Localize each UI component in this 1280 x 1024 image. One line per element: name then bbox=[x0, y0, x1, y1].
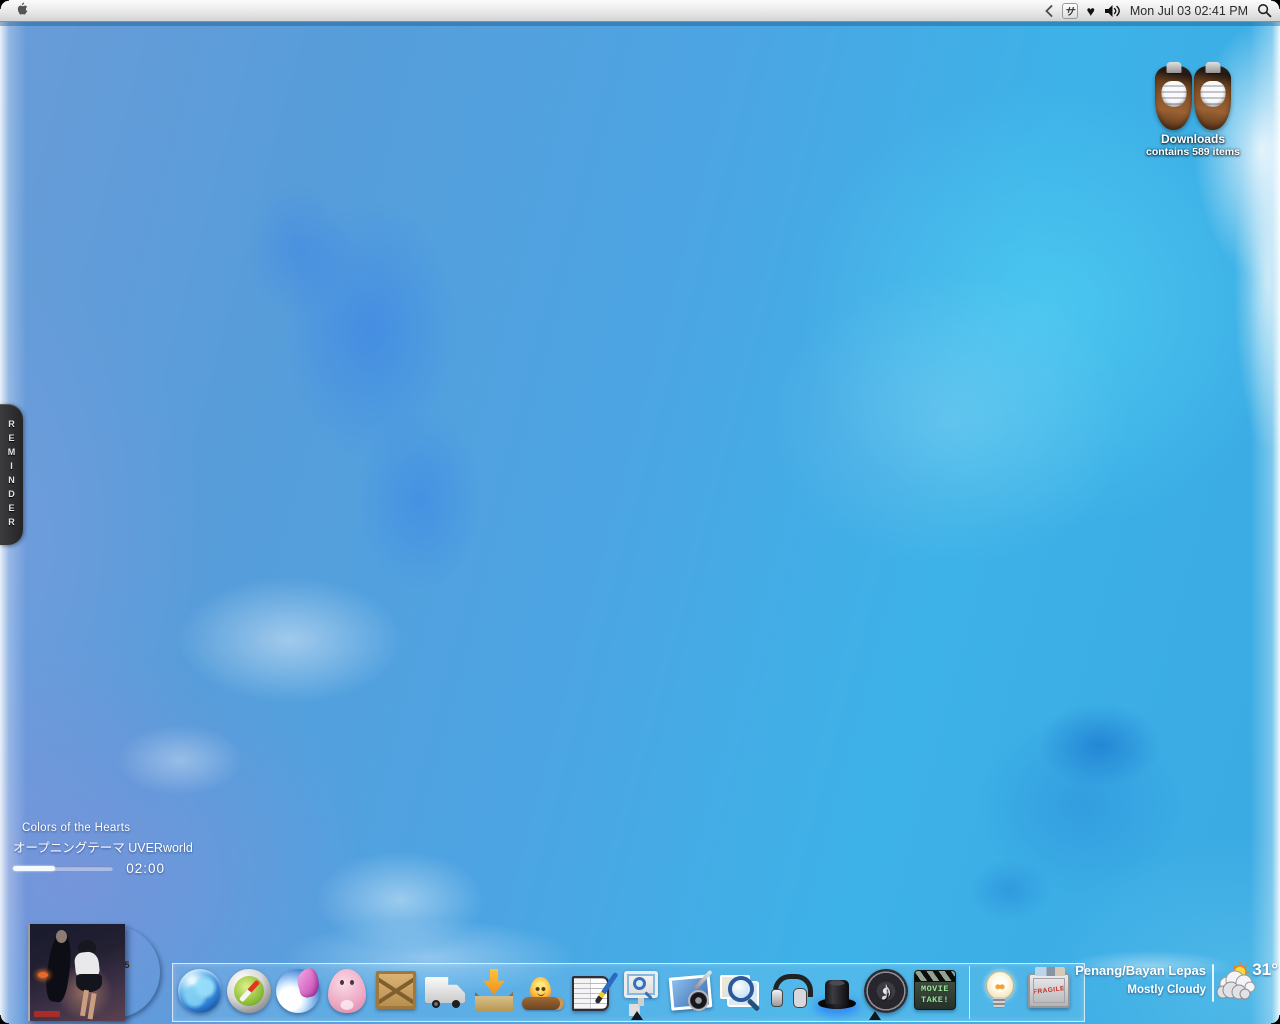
chevron-left-icon[interactable] bbox=[1044, 4, 1053, 17]
input-method-glyph: サ bbox=[1064, 7, 1075, 18]
music-player-widget: Colors of the Hearts オープニングテーマ UVERworld… bbox=[13, 822, 193, 1021]
dock-movie-clapper-icon[interactable]: MOVIE TAKE! bbox=[912, 967, 959, 1017]
photo-tools-icon bbox=[668, 969, 713, 1013]
elapsed-time: 02:00 bbox=[126, 861, 165, 876]
progress-fill bbox=[13, 866, 55, 871]
dock-crate-icon[interactable] bbox=[373, 967, 420, 1017]
dock-photo-magnifier-icon[interactable] bbox=[716, 967, 763, 1017]
dock-wave-fish-icon[interactable] bbox=[275, 967, 322, 1017]
dock-main-group: ♪ MOVIE TAKE! bbox=[177, 967, 959, 1017]
input-method-icon[interactable]: サ bbox=[1061, 2, 1078, 19]
cover-logo-mark bbox=[34, 1011, 60, 1017]
crate-icon bbox=[376, 971, 416, 1009]
dock-compass-icon[interactable] bbox=[226, 967, 273, 1017]
weather-widget: Penang/Bayan Lepas Mostly Cloudy 31° bbox=[1050, 956, 1280, 1016]
weather-condition: Mostly Cloudy bbox=[1127, 984, 1206, 996]
screen-corner bbox=[0, 1015, 9, 1024]
running-indicator-music-disc bbox=[869, 1011, 881, 1020]
weather-temperature: 31° bbox=[1252, 960, 1278, 979]
track-title: Colors of the Hearts bbox=[22, 822, 131, 834]
screen-corner bbox=[0, 0, 9, 9]
heart-icon[interactable]: ♥ bbox=[1087, 4, 1095, 18]
album-artwork[interactable]: iTunes 45 bbox=[13, 880, 173, 1021]
knob-icon bbox=[815, 969, 859, 1013]
menu-bar: サ ♥ Mon Jul 03 02:41 PM bbox=[0, 0, 1280, 22]
spotlight-icon[interactable] bbox=[1257, 3, 1272, 18]
movie-clapper-icon: MOVIE TAKE! bbox=[914, 970, 956, 1010]
unpack-box-icon bbox=[472, 969, 516, 1013]
dock-lightbulb-icon[interactable] bbox=[976, 967, 1023, 1017]
headphones-icon bbox=[766, 969, 813, 1013]
compass-icon bbox=[227, 969, 271, 1013]
player-progress-row: 02:00 bbox=[13, 861, 165, 876]
dock-globe-icon[interactable] bbox=[177, 967, 224, 1017]
running-indicator-display-search bbox=[631, 1011, 643, 1020]
campfire-icon bbox=[521, 969, 565, 1013]
globe-icon bbox=[178, 969, 222, 1013]
dock-campfire-icon[interactable] bbox=[520, 967, 567, 1017]
reminder-label: REMINDER bbox=[6, 418, 17, 531]
sneakers-icon bbox=[1140, 50, 1246, 130]
campfire-smile bbox=[537, 992, 545, 996]
cover-figure-man-head bbox=[56, 930, 67, 943]
sneaker-left bbox=[1155, 66, 1192, 130]
downloads-label: Downloads bbox=[1160, 132, 1225, 146]
clapper-text-2: TAKE! bbox=[920, 995, 949, 1005]
music-disc-icon: ♪ bbox=[864, 969, 908, 1013]
lightbulb-icon bbox=[977, 969, 1021, 1013]
wallpaper-top-edge bbox=[0, 22, 1280, 26]
weather-location: Penang/Bayan Lepas bbox=[1075, 963, 1206, 978]
dock-knob-icon[interactable] bbox=[814, 967, 861, 1017]
screen-corner bbox=[1271, 1015, 1280, 1024]
truck-icon bbox=[423, 969, 467, 1013]
magnifier-handle bbox=[746, 998, 761, 1012]
dock: ♪ MOVIE TAKE! FRAGILE bbox=[172, 963, 1085, 1022]
magnifier-overlay bbox=[633, 977, 646, 990]
apple-logo-icon bbox=[15, 1, 28, 21]
dock-photo-tools-icon[interactable] bbox=[667, 967, 714, 1017]
dock-separator bbox=[969, 966, 970, 1019]
pink-monster-icon bbox=[328, 969, 366, 1013]
apple-menu[interactable] bbox=[8, 1, 34, 21]
wave-fish-icon bbox=[276, 969, 320, 1013]
dock-pink-monster-icon[interactable] bbox=[324, 967, 371, 1017]
dock-book-pen-icon[interactable] bbox=[569, 967, 616, 1017]
screen-corner bbox=[1271, 0, 1280, 9]
desktop-screen: サ ♥ Mon Jul 03 02:41 PM Downloads contai… bbox=[0, 0, 1280, 1024]
cover-flame-accent bbox=[38, 972, 48, 978]
album-cover bbox=[28, 924, 125, 1021]
clapper-text-1: MOVIE bbox=[920, 984, 949, 994]
display-search-icon bbox=[619, 969, 663, 1013]
progress-bar[interactable] bbox=[13, 866, 113, 871]
menu-clock[interactable]: Mon Jul 03 02:41 PM bbox=[1130, 4, 1248, 18]
photo-magnifier-icon bbox=[717, 969, 761, 1013]
book-pen-icon bbox=[570, 969, 614, 1013]
cover-figure-girl-skirt bbox=[76, 974, 102, 992]
dock-display-search-icon[interactable] bbox=[618, 967, 665, 1017]
dock-unpack-box-icon[interactable] bbox=[471, 967, 518, 1017]
music-note-glyph: ♪ bbox=[879, 975, 893, 1006]
screwdriver-part bbox=[693, 969, 713, 991]
sneaker-right bbox=[1194, 66, 1231, 130]
dock-truck-icon[interactable] bbox=[422, 967, 469, 1017]
wallpaper bbox=[0, 0, 1280, 1024]
dock-music-disc-icon[interactable]: ♪ bbox=[863, 967, 910, 1017]
partly-cloudy-icon bbox=[1214, 960, 1256, 1009]
speaker-icon[interactable] bbox=[1104, 4, 1121, 18]
dock-headphones-icon[interactable] bbox=[765, 967, 813, 1017]
track-artist: オープニングテーマ UVERworld bbox=[13, 841, 193, 855]
menu-status-area: サ ♥ Mon Jul 03 02:41 PM bbox=[1044, 0, 1272, 22]
downloads-item-count: contains 589 items bbox=[1146, 146, 1240, 158]
downloads-folder[interactable]: Downloads contains 589 items bbox=[1140, 50, 1246, 158]
reminder-tab[interactable]: REMINDER bbox=[0, 404, 23, 545]
